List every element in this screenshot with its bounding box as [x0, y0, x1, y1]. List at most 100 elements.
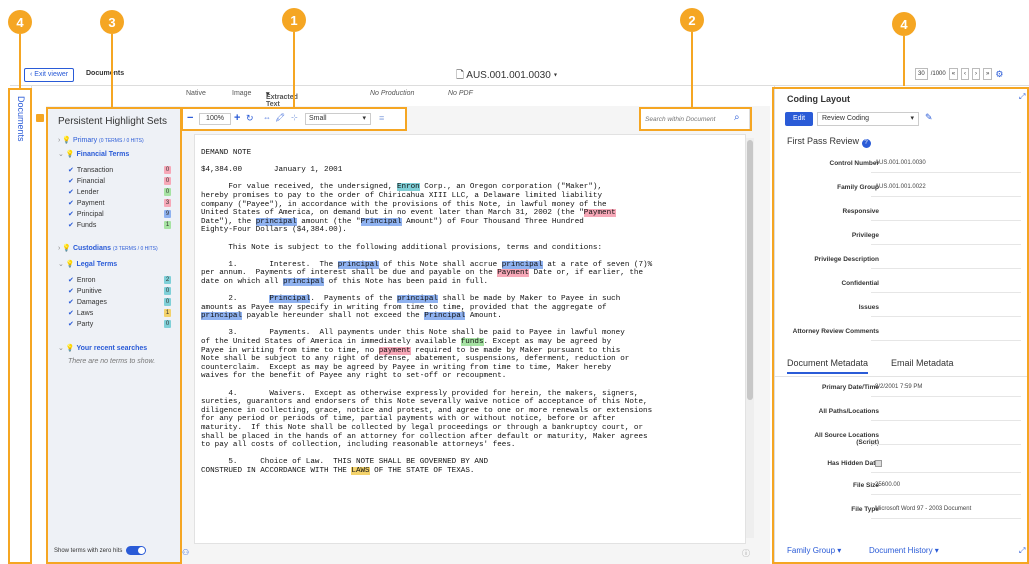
split-icon[interactable]: ⊹ [291, 113, 298, 122]
prev-page-button[interactable]: ‹ [961, 68, 970, 80]
font-size-select[interactable]: Small ▾ [305, 113, 371, 125]
last-page-button[interactable]: » [983, 68, 993, 80]
highlight-term-laws[interactable]: ✔ Laws [68, 309, 93, 317]
tab-extracted-text[interactable]: Extracted Text ▾ [266, 90, 298, 108]
expand-icon[interactable]: ⤢ [1019, 92, 1025, 102]
field-label: Privilege Description [814, 256, 879, 263]
document-viewer: DEMAND NOTE $4,384.00 January 1, 2001 Fo… [180, 106, 770, 564]
checkbox-icon[interactable]: ✔ [68, 310, 74, 317]
highlight-set-financial[interactable]: ⌄ 💡 Financial Terms [58, 150, 129, 158]
first-page-button[interactable]: « [948, 68, 959, 80]
field-label: Attorney Review Comments [792, 328, 879, 335]
field-value[interactable]: AUS.001.001.0022 [875, 184, 926, 190]
zoom-out-icon[interactable]: − [187, 112, 193, 124]
layout-select[interactable]: Review Coding ▾ [817, 112, 919, 126]
next-page-button[interactable]: › [972, 68, 981, 80]
search-icon[interactable]: ⌕ [734, 112, 740, 123]
highlight-term-damages[interactable]: ✔ Damages [68, 298, 107, 306]
checkbox-icon[interactable]: ✔ [68, 178, 74, 185]
term-label: Transaction [76, 167, 114, 174]
list-icon[interactable]: ≡ [379, 113, 384, 123]
page-total: /1000 [930, 71, 946, 77]
documents-sidebar[interactable]: Documents [10, 86, 32, 564]
highlight-set-legal[interactable]: ⌄ 💡 Legal Terms [58, 260, 117, 268]
rotate-icon[interactable]: ↻ [246, 113, 254, 124]
term-label: Financial [76, 178, 105, 185]
checkbox-icon[interactable]: ✔ [68, 288, 74, 295]
checkbox-icon[interactable]: ✔ [68, 222, 74, 229]
checkbox-icon[interactable]: ✔ [68, 211, 74, 218]
zero-hits-toggle[interactable] [126, 546, 147, 555]
page-input[interactable]: 30 [915, 68, 928, 80]
documents-breadcrumb[interactable]: Documents [86, 70, 124, 77]
scrollbar-thumb[interactable] [747, 140, 753, 400]
document-title: DEMAND NOTE [201, 149, 252, 157]
document-history-tab[interactable]: Document History ▾ [869, 546, 939, 555]
highlight-term-funds[interactable]: ✔ Funds [68, 221, 96, 229]
family-group-tab[interactable]: Family Group ▾ [787, 546, 841, 555]
checkbox-icon[interactable]: ✔ [68, 299, 74, 306]
term-label: Party [76, 321, 94, 328]
gear-icon[interactable]: ⚙ [995, 69, 1003, 80]
zero-hits-label: Show terms with zero hits [54, 547, 123, 554]
highlight-panel-toggle-icon[interactable] [36, 114, 44, 122]
tab-native[interactable]: Native [186, 90, 206, 97]
highlight-term-transaction[interactable]: ✔ Transaction [68, 166, 113, 174]
fit-width-icon[interactable]: ⇔ [263, 113, 271, 122]
field-value[interactable]: Microsoft Word 97 - 2003 Document [875, 506, 971, 512]
tab-no-pdf[interactable]: No PDF [448, 90, 473, 97]
highlight-set-custodians[interactable]: › 💡 Custodians (3 TERMS / 0 HITS) [58, 244, 158, 252]
documents-sidebar-label[interactable]: Documents [16, 96, 26, 142]
field-label: Primary Date/Time [822, 384, 879, 391]
highlight-term-punitive[interactable]: ✔ Punitive [68, 287, 102, 295]
tab-document-metadata[interactable]: Document Metadata [787, 358, 869, 374]
tab-email-metadata[interactable]: Email Metadata [891, 358, 954, 368]
callout-4-right: 4 [892, 12, 916, 36]
checkbox-icon[interactable]: ✔ [68, 277, 74, 284]
field-label: All Source Locations (Script) [814, 432, 879, 446]
tab-image[interactable]: Image [232, 90, 251, 97]
term-label: Damages [76, 299, 107, 306]
highlight-term-payment[interactable]: ✔ Payment [68, 199, 105, 207]
edit-button[interactable]: Edit [785, 112, 813, 126]
field-value[interactable]: AUS.001.001.0030 [875, 160, 926, 166]
people-icon[interactable]: ⚇ [182, 548, 189, 557]
highlight-term-lender[interactable]: ✔ Lender [68, 188, 99, 196]
document-scrollbar[interactable] [746, 138, 754, 538]
highlight-term-financial[interactable]: ✔ Financial [68, 177, 105, 185]
lightbulb-icon: 💡 [65, 345, 75, 352]
highlight-term-enron[interactable]: ✔ Enron [68, 276, 96, 284]
document-id-selector[interactable]: 🗋 AUS.001.001.0030 ▾ [456, 68, 557, 85]
term-count: 1 [164, 309, 171, 317]
search-input[interactable] [645, 113, 731, 125]
lightbulb-icon: 💡 [65, 151, 75, 158]
help-icon[interactable]: ? [861, 139, 871, 148]
lightbulb-icon: 💡 [65, 261, 75, 268]
highlight-term-party[interactable]: ✔ Party [68, 320, 93, 328]
term-label: Laws [76, 310, 94, 317]
has-hidden-data-checkbox[interactable] [875, 460, 882, 467]
term-count: 3 [164, 199, 171, 207]
checkbox-icon[interactable]: ✔ [68, 200, 74, 207]
checkbox-icon[interactable]: ✔ [68, 189, 74, 196]
zoom-in-icon[interactable]: + [234, 112, 240, 124]
recent-searches[interactable]: ⌄ 💡 Your recent searches [58, 344, 147, 352]
pencil-icon[interactable]: ✎ [925, 112, 933, 123]
document-amount-line: $4,384.00 January 1, 2001 [201, 166, 343, 175]
highlight-tool-icon[interactable]: 🖍 [275, 113, 285, 122]
field-value[interactable]: 8/2/2001 7:59 PM [875, 384, 922, 390]
exit-viewer-button[interactable]: ‹ Exit viewer [24, 68, 75, 82]
highlight-term-principal[interactable]: ✔ Principal [68, 210, 104, 218]
checkbox-icon[interactable]: ✔ [68, 321, 74, 328]
checkbox-icon[interactable]: ✔ [68, 167, 74, 174]
highlight-set-primary[interactable]: › 💡 Primary (0 TERMS / 0 HITS) [58, 136, 144, 144]
info-icon[interactable]: ⓘ [742, 548, 750, 559]
pagination: 30 /1000 « ‹ › » ⚙ [915, 68, 1003, 80]
term-count: 0 [164, 177, 171, 185]
tab-no-production[interactable]: No Production [370, 90, 414, 97]
term-label: Punitive [76, 288, 102, 295]
section-title: First Pass Review ? [787, 136, 871, 148]
field-value[interactable]: 25600.00 [875, 482, 900, 488]
expand-icon[interactable]: ⤢ [1019, 546, 1025, 556]
zoom-level-input[interactable]: 100% [199, 113, 231, 125]
